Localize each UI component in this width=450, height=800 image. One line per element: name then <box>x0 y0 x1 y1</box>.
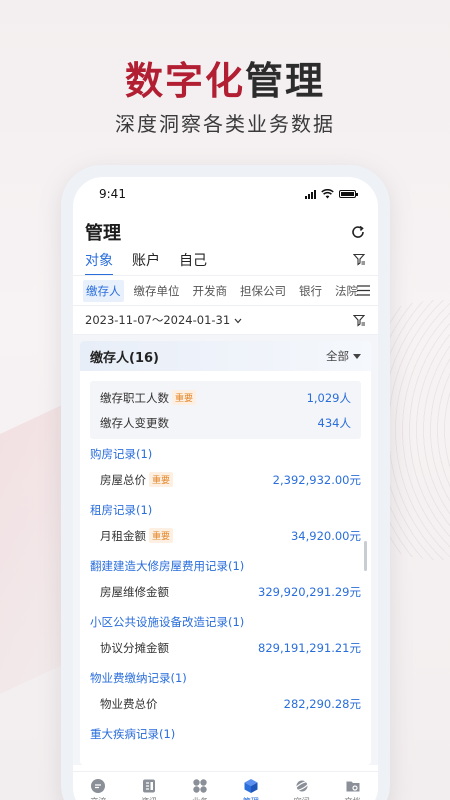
wifi-icon <box>321 189 334 199</box>
section-title[interactable]: 翻建建造大修房屋费用记录(1) <box>80 555 371 577</box>
refresh-icon[interactable] <box>350 224 366 240</box>
nav-label: 文档 <box>345 796 361 800</box>
battery-icon <box>339 190 358 198</box>
date-range-row: 2023-11-07～2024-01-31 <box>73 305 378 335</box>
important-tag: 重要 <box>172 389 197 405</box>
chat-icon <box>91 779 106 793</box>
section-row: 物业费总价 282,290.28元 <box>80 689 371 719</box>
card-title: 缴存人(16) <box>90 350 159 366</box>
section-row: 房屋维修金额 329,920,291.29元 <box>80 577 371 607</box>
nav-item-news[interactable]: 资讯 <box>129 778 169 800</box>
folder-icon <box>346 781 360 792</box>
menu-icon[interactable] <box>357 285 370 296</box>
tab-objects[interactable]: 对象 <box>85 250 113 276</box>
chevron-down-icon <box>234 318 242 324</box>
section-row: 房屋总价 重要 2,392,932.00元 <box>80 465 371 495</box>
caret-down-icon <box>353 353 361 359</box>
summary-label: 缴存职工人数 <box>100 390 169 405</box>
nav-label: 交流 <box>90 796 106 800</box>
status-time: 9:41 <box>99 187 126 201</box>
summary-row: 缴存人变更数 434人 <box>100 410 351 435</box>
nav-item-docs[interactable]: 文档 <box>333 778 373 800</box>
category-subtabs: 缴存人 缴存单位 开发商 担保公司 银行 法院 <box>73 275 378 305</box>
section-row-value[interactable]: 34,920.00元 <box>291 528 361 544</box>
grid-icon <box>193 779 207 793</box>
section-title[interactable]: 重大疾病记录(1) <box>80 723 371 745</box>
section-row-value[interactable]: 329,920,291.29元 <box>258 584 361 600</box>
planet-icon <box>294 780 309 792</box>
phone-frame: 9:41 管理 对象 账户 自己 缴存人 缴存单位 开发商 担保公司 银行 法院… <box>61 165 390 800</box>
date-range-text: 2023-11-07～2024-01-31 <box>85 313 231 327</box>
filter-icon[interactable] <box>353 253 366 266</box>
content-area: 缴存人(16) 全部 缴存职工人数 重要 1,029人 缴存人变更数 434人 购… <box>73 335 378 765</box>
section-row-label: 物业费总价 <box>100 697 158 711</box>
subtab-guarantee-company[interactable]: 担保公司 <box>237 280 289 302</box>
page-header: 管理 <box>73 211 378 245</box>
section-title[interactable]: 小区公共设施设备改造记录(1) <box>80 611 371 633</box>
section-row-label: 协议分摊金额 <box>100 641 169 655</box>
summary-value[interactable]: 1,029人 <box>307 390 351 406</box>
nav-label: 空间 <box>294 796 310 800</box>
status-icons <box>305 189 358 199</box>
important-tag: 重要 <box>149 472 174 487</box>
section-row-label: 月租金额 <box>100 529 146 543</box>
news-icon <box>143 779 156 793</box>
subtab-deposit-unit[interactable]: 缴存单位 <box>131 280 183 302</box>
section-row-value[interactable]: 282,290.28元 <box>284 696 361 712</box>
status-bar: 9:41 <box>73 177 378 211</box>
tab-self[interactable]: 自己 <box>179 250 207 270</box>
date-filter-icon[interactable] <box>353 314 366 327</box>
phone-screen: 9:41 管理 对象 账户 自己 缴存人 缴存单位 开发商 担保公司 银行 法院… <box>73 177 378 800</box>
cube-icon <box>244 779 258 793</box>
bottom-nav: 交流 资讯 业务 管理 空间 文档 <box>73 771 378 800</box>
section-row-value[interactable]: 2,392,932.00元 <box>273 472 361 488</box>
nav-label: 管理 <box>243 796 259 800</box>
section-title[interactable]: 租房记录(1) <box>80 499 371 521</box>
headline-red-text: 数字化 <box>124 59 245 103</box>
section-row: 协议分摊金额 829,191,291.21元 <box>80 633 371 663</box>
date-range-picker[interactable]: 2023-11-07～2024-01-31 <box>85 312 242 328</box>
section-row: 月租金额 重要 34,920.00元 <box>80 521 371 551</box>
scrollbar[interactable] <box>364 541 367 571</box>
nav-item-business[interactable]: 业务 <box>180 778 220 800</box>
headline-dark-text: 管理 <box>245 59 326 103</box>
summary-row: 缴存职工人数 重要 1,029人 <box>100 385 351 410</box>
summary-box: 缴存职工人数 重要 1,029人 缴存人变更数 434人 <box>90 381 361 439</box>
card-header: 缴存人(16) 全部 <box>80 341 371 371</box>
nav-item-manage[interactable]: 管理 <box>231 778 271 800</box>
nav-label: 资讯 <box>141 796 157 800</box>
nav-item-space[interactable]: 空间 <box>282 778 322 800</box>
promo-subline: 深度洞察各类业务数据 <box>115 112 335 136</box>
card-filter-select[interactable]: 全部 <box>326 348 361 364</box>
main-tabs: 对象 账户 自己 <box>73 245 378 276</box>
section-row-label: 房屋维修金额 <box>100 585 169 599</box>
section-title[interactable]: 物业费缴纳记录(1) <box>80 667 371 689</box>
nav-item-chat[interactable]: 交流 <box>78 778 118 800</box>
promo-headline: 数字化管理 <box>0 50 450 105</box>
subtab-depositor[interactable]: 缴存人 <box>83 279 124 302</box>
page-title: 管理 <box>85 223 121 244</box>
section-title[interactable]: 购房记录(1) <box>80 443 371 465</box>
summary-label: 缴存人变更数 <box>100 415 169 430</box>
signal-icon <box>305 189 316 199</box>
summary-value[interactable]: 434人 <box>318 415 351 431</box>
tab-accounts[interactable]: 账户 <box>132 250 160 270</box>
important-tag: 重要 <box>149 528 174 543</box>
section-row-label: 房屋总价 <box>100 473 146 487</box>
nav-label: 业务 <box>192 796 208 800</box>
section-row-value[interactable]: 829,191,291.21元 <box>258 640 361 656</box>
depositor-card: 缴存人(16) 全部 缴存职工人数 重要 1,029人 缴存人变更数 434人 购… <box>80 341 371 765</box>
card-filter-label: 全部 <box>326 349 349 363</box>
subtab-developer[interactable]: 开发商 <box>190 280 231 302</box>
subtab-bank[interactable]: 银行 <box>296 280 325 302</box>
